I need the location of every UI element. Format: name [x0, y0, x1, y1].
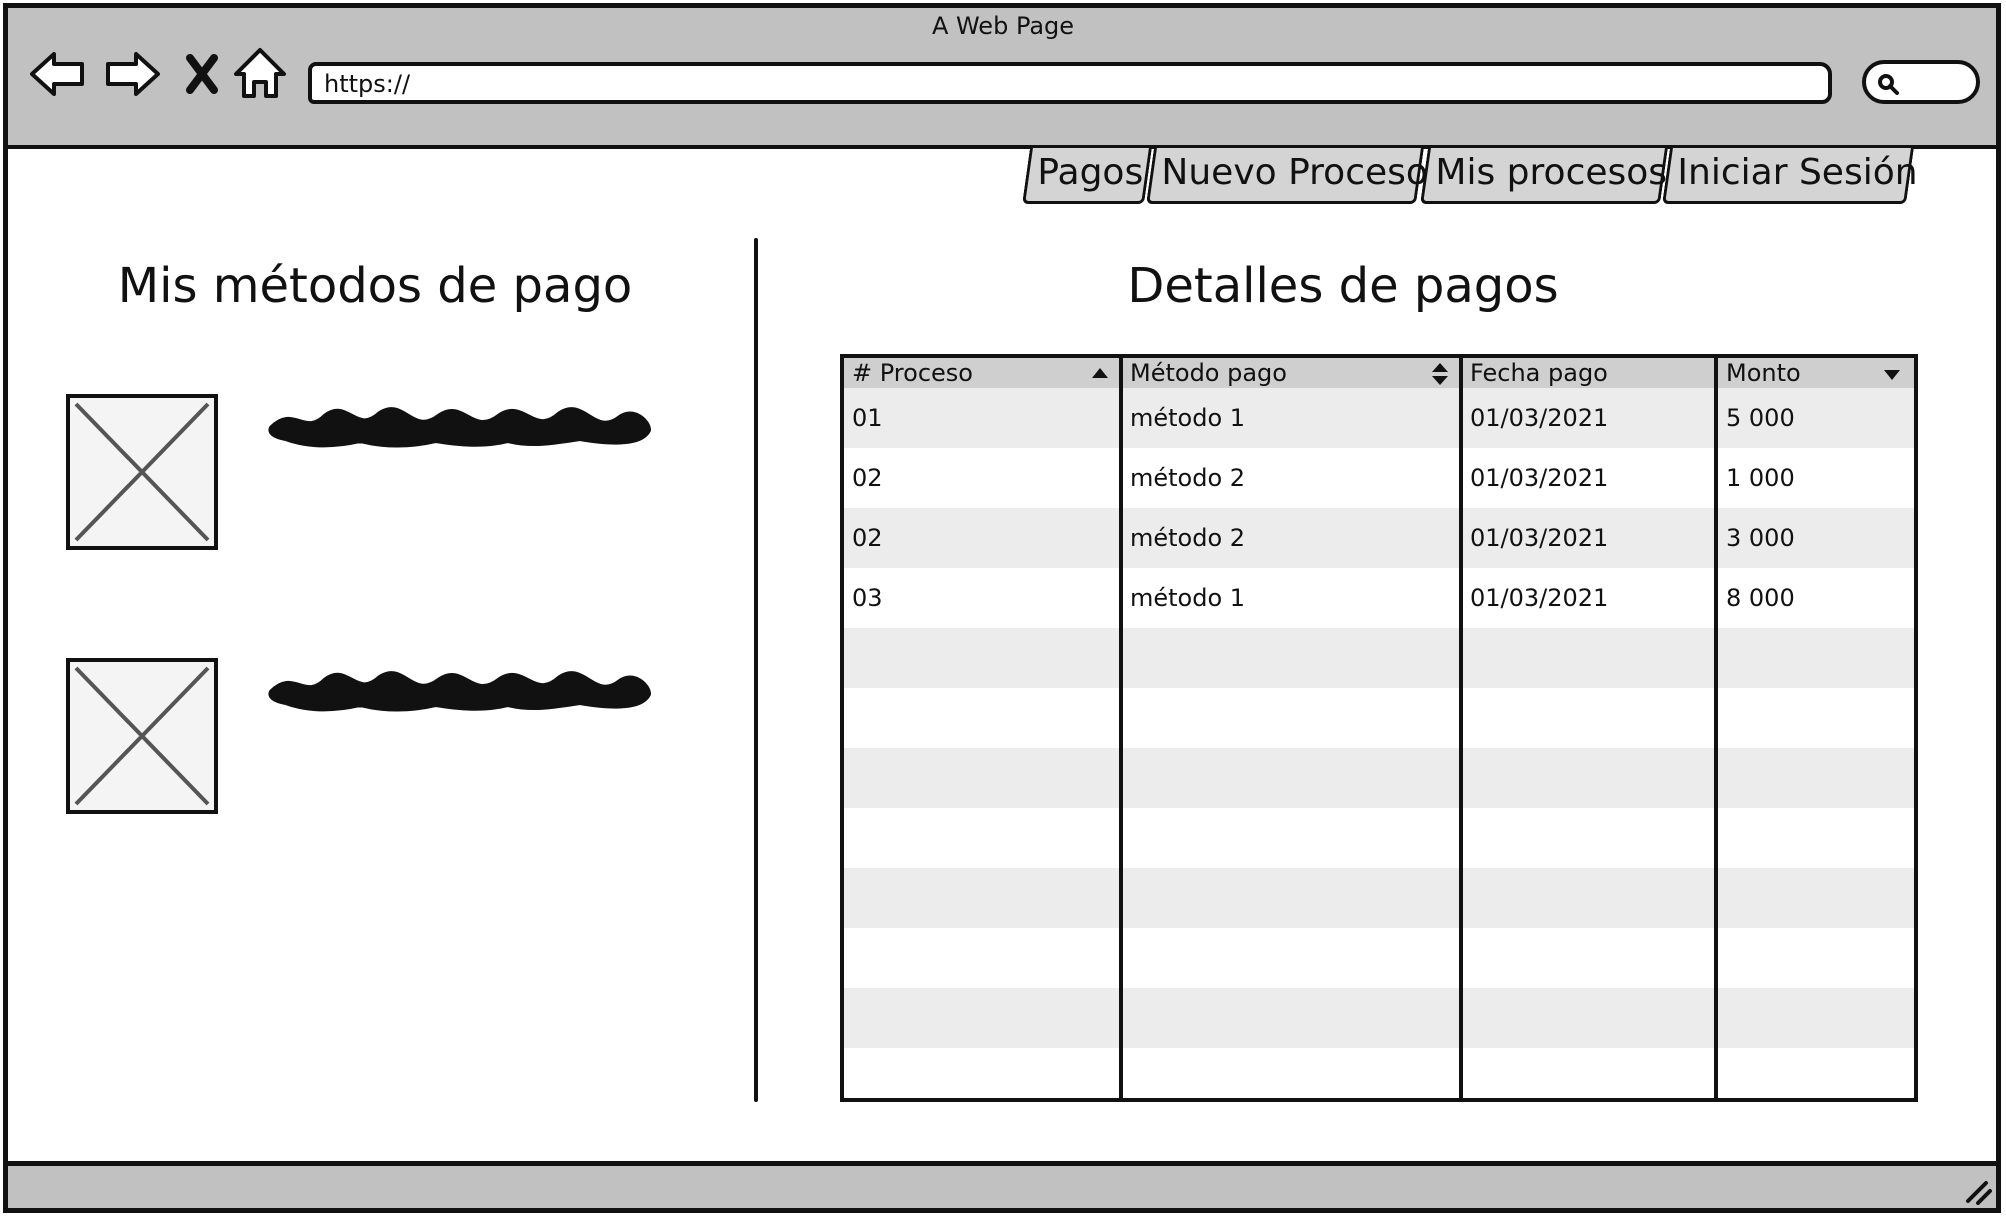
cell-monto: 8 000 [1726, 584, 1795, 612]
column-divider [1459, 358, 1463, 1098]
empty-table-row [844, 628, 1914, 688]
payments-table: # Proceso Método pago Fecha pago Monto 0… [840, 354, 1918, 1102]
back-icon[interactable] [26, 44, 90, 104]
cell-metodo: método 2 [1130, 524, 1246, 552]
cell-monto: 1 000 [1726, 464, 1795, 492]
column-divider [1119, 358, 1123, 1098]
sort-ascending-icon [1092, 368, 1108, 378]
tab-nuevo-proceso[interactable]: Nuevo Proceso [1146, 148, 1428, 204]
browser-search-field[interactable] [1862, 60, 1980, 104]
payment-methods-title: Mis métodos de pago [117, 258, 633, 314]
cell-monto: 3 000 [1726, 524, 1795, 552]
vertical-divider [754, 238, 758, 1102]
status-bar [3, 1161, 2001, 1213]
empty-table-row [844, 688, 1914, 748]
url-text: https:// [324, 70, 411, 98]
empty-table-row [844, 808, 1914, 868]
url-input[interactable]: https:// [308, 62, 1832, 104]
cell-monto: 5 000 [1726, 404, 1795, 432]
table-row[interactable]: 02 método 2 01/03/2021 3 000 [844, 508, 1914, 568]
cell-proceso: 01 [852, 404, 883, 432]
method-name-redacted [268, 407, 651, 448]
payment-details-title: Detalles de pagos [1127, 258, 1559, 314]
search-icon [1878, 74, 1899, 95]
empty-table-row [844, 748, 1914, 808]
column-header-monto[interactable]: Monto [1718, 358, 1914, 388]
cell-proceso: 02 [852, 464, 883, 492]
home-icon[interactable] [228, 44, 292, 104]
cell-fecha: 01/03/2021 [1470, 584, 1609, 612]
cell-metodo: método 1 [1130, 584, 1246, 612]
column-header-proceso[interactable]: # Proceso [844, 358, 1122, 388]
cell-metodo: método 1 [1130, 404, 1246, 432]
image-placeholder-icon [66, 658, 218, 814]
table-row[interactable]: 02 método 2 01/03/2021 1 000 [844, 448, 1914, 508]
column-divider [1714, 358, 1718, 1098]
close-icon[interactable] [170, 44, 234, 104]
image-placeholder-icon [66, 394, 218, 550]
cell-proceso: 02 [852, 524, 883, 552]
window-title: A Web Page [931, 12, 1075, 40]
cell-fecha: 01/03/2021 [1470, 404, 1609, 432]
cell-proceso: 03 [852, 584, 883, 612]
sort-toggle-icon [1432, 363, 1448, 385]
empty-table-row [844, 988, 1914, 1048]
cell-fecha: 01/03/2021 [1470, 464, 1609, 492]
empty-table-row [844, 1048, 1914, 1098]
table-row[interactable]: 03 método 1 01/03/2021 8 000 [844, 568, 1914, 628]
method-name-redacted [268, 671, 651, 712]
empty-table-row [844, 928, 1914, 988]
empty-table-row [844, 868, 1914, 928]
cell-fecha: 01/03/2021 [1470, 524, 1609, 552]
forward-icon[interactable] [100, 44, 164, 104]
resize-grip-icon[interactable] [1962, 1177, 1994, 1205]
tab-pagos[interactable]: Pagos [1022, 148, 1152, 204]
sort-descending-icon [1884, 370, 1900, 380]
table-row[interactable]: 01 método 1 01/03/2021 5 000 [844, 388, 1914, 448]
column-header-fecha[interactable]: Fecha pago [1462, 358, 1718, 388]
cell-metodo: método 2 [1130, 464, 1246, 492]
tab-iniciar-sesion[interactable]: Iniciar Sesión [1662, 148, 1918, 204]
column-header-metodo[interactable]: Método pago [1122, 358, 1462, 388]
tab-mis-procesos[interactable]: Mis procesos [1420, 148, 1668, 204]
